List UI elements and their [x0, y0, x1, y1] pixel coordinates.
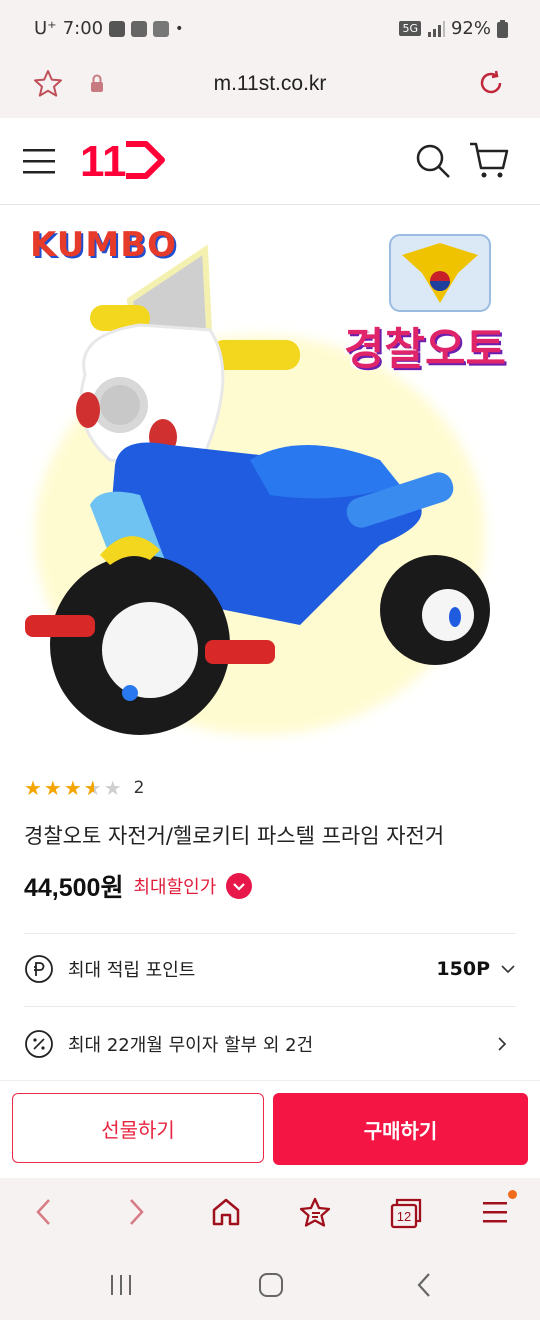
reload-icon[interactable] [476, 68, 506, 98]
status-time: 7:00 [62, 18, 104, 39]
browser-toolbar: 12 [0, 1178, 540, 1250]
notification-dot [508, 1190, 517, 1199]
url-text[interactable]: m.11st.co.kr [0, 72, 540, 96]
percent-icon [25, 1030, 53, 1058]
review-count: 2 [133, 778, 145, 798]
product-rating[interactable]: ★★★★★★ 2 [24, 776, 145, 800]
max-discount-label[interactable]: 최대할인가 [133, 873, 216, 899]
product-name-logo: 경찰오토 [344, 324, 506, 375]
buy-button[interactable]: 구매하기 [273, 1093, 528, 1165]
status-left: U⁺ 7:00 • [34, 18, 183, 39]
point-icon [25, 955, 53, 983]
chevron-right-icon[interactable] [494, 1036, 510, 1052]
recent-apps-icon[interactable] [108, 1272, 134, 1298]
purchase-action-bar: 선물하기 구매하기 [0, 1080, 540, 1179]
battery-percent: 92% [450, 18, 491, 39]
battery-icon [497, 19, 508, 38]
product-title: 경찰오토 자전거/헬로키티 파스텔 프라임 자전거 [24, 824, 445, 848]
notification-icon [153, 20, 170, 37]
forward-arrow-icon[interactable] [122, 1196, 150, 1228]
carrier-label: U⁺ [34, 18, 57, 39]
max-points-value: 150P [436, 958, 490, 980]
divider [24, 933, 516, 934]
browser-url-bar: m.11st.co.kr [0, 60, 540, 118]
status-bar: U⁺ 7:00 • 5G 92% [0, 0, 540, 60]
installment-row[interactable]: 최대 22개월 무이자 할부 외 2건 [24, 1014, 516, 1074]
installment-label: 최대 22개월 무이자 할부 외 2건 [68, 1035, 314, 1056]
network-5g-icon: 5G [399, 21, 421, 36]
site-header: 11 [0, 118, 540, 205]
menu-icon[interactable] [481, 1196, 511, 1228]
police-emblem-icon [389, 234, 491, 312]
gift-button[interactable]: 선물하기 [12, 1093, 264, 1163]
system-back-icon[interactable] [412, 1270, 436, 1300]
back-arrow-icon[interactable] [30, 1196, 58, 1228]
system-home-icon[interactable] [258, 1272, 284, 1298]
max-points-label: 최대 적립 포인트 [68, 960, 196, 981]
kumbo-brand-logo: KUMBO [30, 225, 178, 265]
status-right: 5G 92% [399, 18, 508, 39]
max-points-row[interactable]: 최대 적립 포인트 150P [24, 939, 516, 999]
product-price: 44,500원 [24, 874, 124, 902]
eleven-street-logo[interactable]: 11 [80, 138, 170, 182]
price-row: 44,500원 최대할인가 [24, 868, 253, 904]
chevron-down-icon[interactable] [500, 961, 516, 977]
instagram-icon [131, 20, 148, 37]
signal-icon [427, 20, 445, 37]
svg-text:11: 11 [80, 138, 127, 182]
dot-icon: • [175, 20, 184, 37]
divider [24, 1006, 516, 1007]
rating-stars: ★★★★★★ [24, 776, 124, 800]
home-icon[interactable] [210, 1196, 242, 1228]
cart-icon[interactable] [468, 140, 510, 180]
discount-dropdown-icon[interactable] [226, 873, 253, 899]
talk-icon [109, 20, 126, 37]
hamburger-menu-icon[interactable] [22, 144, 56, 178]
system-nav-bar [0, 1250, 540, 1320]
tab-count: 12 [396, 1209, 412, 1224]
product-image[interactable]: KUMBO 경찰오토 [0, 205, 540, 760]
bookmarks-star-icon[interactable] [298, 1196, 332, 1230]
search-icon[interactable] [414, 142, 452, 180]
